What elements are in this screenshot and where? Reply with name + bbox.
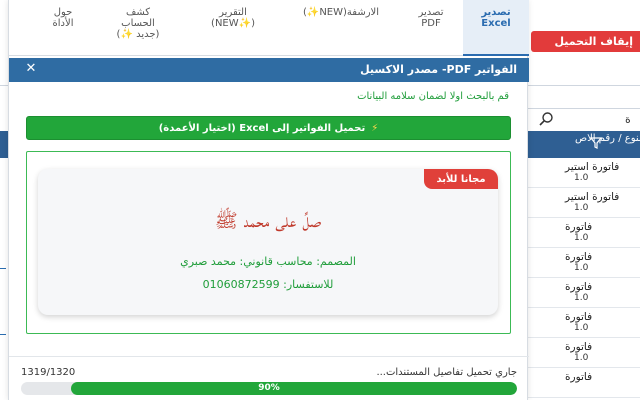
row-type: فاتورة	[565, 281, 593, 293]
info-frame: مجانا للأبد صلِّ على محمد ﷺ المصمم: محاس…	[26, 151, 511, 334]
background-search-text: ة	[625, 113, 631, 126]
tab-report[interactable]: التقرير (✨NEW)	[183, 0, 283, 56]
tab-label: (جديد ✨)	[116, 29, 160, 40]
document-count: 1319/1320	[21, 367, 76, 378]
popup-title: مصدر الاكسيل -PDF الفواتير	[360, 63, 517, 76]
row-version: 1.0	[574, 353, 589, 363]
row-type: فاتورة	[565, 371, 593, 383]
tab-export-excel[interactable]: تصدير Excel	[463, 0, 529, 56]
progress-percent: 90%	[258, 383, 280, 393]
row-version: 1.0	[574, 323, 589, 333]
tab-label: حول	[53, 7, 73, 18]
tab-label: التقرير	[219, 7, 247, 18]
tab-label: الأداة	[52, 18, 74, 29]
status-divider	[9, 356, 529, 357]
row-version: 1.0	[574, 203, 589, 213]
loading-status: جاري تحميل تفاصيل المستندات...	[376, 367, 517, 378]
table-row[interactable]: فاتورة	[510, 368, 640, 398]
prayer-text: صلِّ على محمد ﷺ	[214, 210, 322, 232]
tab-label: (✨NEW)	[211, 18, 255, 29]
row-type: فاتورة	[565, 221, 593, 233]
background-table-header-edge	[0, 131, 8, 158]
free-forever-badge: مجانا للأبد	[424, 169, 498, 189]
tab-label: PDF	[421, 18, 441, 29]
table-row[interactable]: فاتورة 1.0	[510, 278, 640, 308]
tab-account-statement[interactable]: كشف الحساب (جديد ✨)	[93, 0, 183, 56]
background-column-header: النوع / رقم الاص	[575, 133, 640, 144]
table-row[interactable]: فاتورة استير 1.0	[510, 158, 640, 188]
load-button-label: تحميل الفواتير إلى Excel (اختيار الأعمدة…	[158, 122, 366, 134]
tab-label: كشف	[125, 7, 151, 18]
search-hint: قم بالبحث اولا لضمان سلامه البيانات	[357, 91, 509, 102]
tab-label: تصدير	[418, 7, 444, 18]
designer-credit: المصمم: محاسب قانوني: محمد صبري	[180, 255, 356, 268]
sparkle-icon: ✨	[306, 7, 320, 18]
row-type: فاتورة استير	[565, 191, 620, 203]
row-type: فاتورة	[565, 341, 593, 353]
tab-label: الحساب	[121, 18, 155, 29]
table-row[interactable]: فاتورة 1.0	[510, 338, 640, 368]
background-left-mark	[0, 268, 6, 269]
table-row[interactable]: فاتورة 1.0	[510, 218, 640, 248]
tab-export-pdf[interactable]: تصدير PDF	[399, 0, 463, 56]
contact-phone: للاستفسار: 01060872599	[202, 278, 334, 291]
tab-about[interactable]: حول الأداة	[33, 0, 93, 56]
table-row[interactable]: فاتورة استير 1.0	[510, 188, 640, 218]
close-icon[interactable]: ✕	[23, 61, 39, 77]
row-type: فاتورة	[565, 251, 593, 263]
row-type: فاتورة	[565, 311, 593, 323]
tab-label: )	[302, 7, 307, 18]
background-left-mark	[0, 334, 6, 335]
tab-label: تصدير	[481, 7, 511, 18]
row-type: فاتورة استير	[565, 161, 620, 173]
row-version: 1.0	[574, 173, 589, 183]
load-invoices-excel-button[interactable]: ⚡ تحميل الفواتير إلى Excel (اختيار الأعم…	[26, 116, 511, 140]
lightning-icon: ⚡	[371, 122, 379, 134]
tab-label: الارشفة(NEW	[319, 7, 380, 18]
tab-label: Excel	[481, 18, 511, 29]
row-version: 1.0	[574, 263, 589, 273]
credits-card: مجانا للأبد صلِّ على محمد ﷺ المصمم: محاس…	[38, 169, 498, 315]
search-icon[interactable]	[538, 111, 554, 127]
background-table-header: النوع / رقم الاص	[510, 131, 640, 158]
stop-loading-button[interactable]: إيقاف التحميل	[531, 31, 640, 52]
progress-bar: 90%	[21, 382, 517, 395]
table-row[interactable]: فاتورة 1.0	[510, 248, 640, 278]
tab-archive[interactable]: الارشفة(NEW ✨ )	[283, 0, 399, 56]
row-version: 1.0	[574, 233, 589, 243]
row-version: 1.0	[574, 293, 589, 303]
table-row[interactable]: فاتورة 1.0	[510, 308, 640, 338]
tab-bar: تصدير Excel تصدير PDF الارشفة(NEW ✨ ) ال…	[9, 0, 529, 56]
extension-popup: تصدير Excel تصدير PDF الارشفة(NEW ✨ ) ال…	[8, 0, 529, 400]
popup-header: ✕ مصدر الاكسيل -PDF الفواتير	[9, 58, 529, 82]
